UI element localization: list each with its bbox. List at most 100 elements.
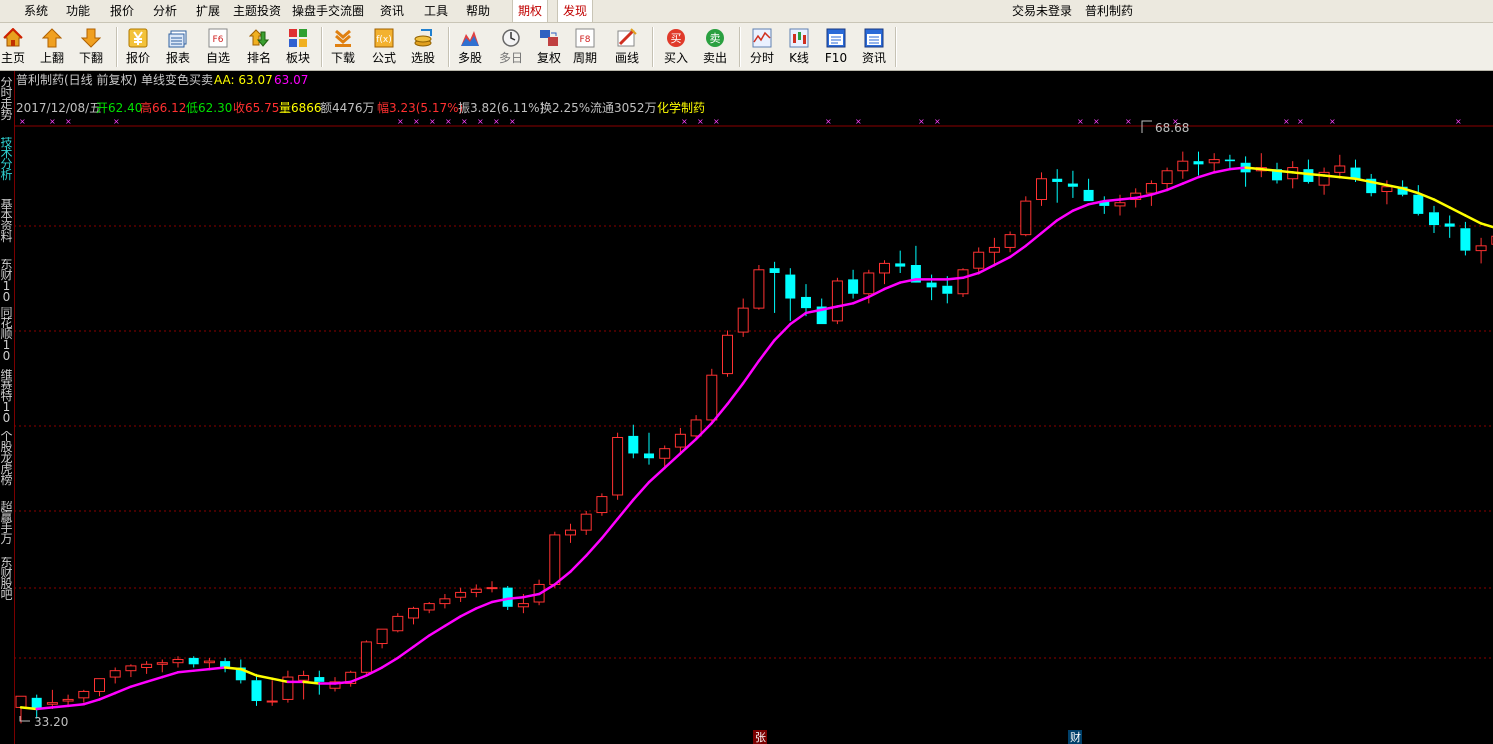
sell-icon: 卖 (706, 29, 724, 47)
toolbar-separator (895, 27, 897, 67)
menu-options[interactable]: 期权 (512, 0, 549, 22)
home-button[interactable]: 主页 (0, 25, 32, 69)
candle-body (1334, 165, 1346, 173)
bar-date: 2017/12/08/五 (16, 101, 101, 115)
page-down-button[interactable]: 下翻 (72, 25, 110, 69)
menu-analysis[interactable]: 分析 (153, 0, 177, 22)
candle-body (486, 587, 498, 590)
event-marker-x: × (65, 117, 72, 126)
event-marker-x: × (461, 117, 468, 126)
event-marker-x: × (697, 117, 704, 126)
event-marker-x: × (509, 117, 516, 126)
menu-discover[interactable]: 发现 (557, 0, 594, 22)
watchlist-button[interactable]: F6 自选 (199, 25, 237, 69)
event-marker-x: × (855, 117, 862, 126)
candle (848, 269, 859, 299)
news-button[interactable]: 资讯 (855, 25, 893, 69)
ma-segment (506, 595, 525, 601)
kline-chart[interactable]: 普利制药(日线 前复权) 单线变色买卖 AA: 63.07 63.07 2017… (0, 71, 1493, 744)
f10-button[interactable]: F10 (817, 25, 855, 69)
high-price-label: 68.68 (1155, 121, 1189, 135)
candle-body (1193, 161, 1204, 165)
download-button[interactable]: 下载 (324, 25, 362, 69)
ranking-button[interactable]: 排名 (240, 25, 278, 69)
candle-body (737, 307, 749, 333)
page-up-button[interactable]: 上翻 (33, 25, 71, 69)
report-button[interactable]: 报表 (159, 25, 197, 69)
candle-body (659, 448, 671, 459)
sector-button[interactable]: 板块 (279, 25, 317, 69)
candle (1067, 170, 1078, 198)
formula-button[interactable]: f(x) 公式 (365, 25, 403, 69)
candle-body (78, 690, 90, 699)
candle-body (690, 419, 702, 437)
menu-system[interactable]: 系统 (24, 0, 48, 22)
report-icon (168, 30, 187, 48)
ma-segment (946, 276, 965, 281)
candle-body (109, 670, 121, 678)
ma-segment (851, 295, 871, 305)
candle-body (674, 433, 686, 448)
low-price-label: 33.20 (34, 715, 68, 729)
current-stock-name: 普利制药 (1085, 4, 1134, 18)
candle-body (62, 698, 74, 702)
quote-button[interactable]: 报价 (119, 25, 157, 69)
menu-extend[interactable]: 扩展 (196, 0, 220, 22)
event-marker-x: × (1283, 117, 1290, 126)
candle (455, 587, 467, 603)
ma-segment (1432, 198, 1451, 209)
event-marker-x: × (1329, 117, 1336, 126)
ma-segment (255, 674, 274, 680)
candle-body (596, 496, 608, 514)
period-button[interactable]: F8 周期 (566, 25, 604, 69)
candle-body (1429, 212, 1439, 226)
bar-amplitude: 振3.82(6.11%) (458, 101, 544, 115)
sell-button[interactable]: 卖 卖出 (696, 25, 734, 69)
login-status[interactable]: 交易未登录 (1012, 0, 1072, 22)
menu-function[interactable]: 功能 (66, 0, 90, 22)
candle (470, 584, 482, 598)
aa-indicator: AA: 63.07 (214, 73, 273, 87)
candle (1083, 178, 1094, 202)
event-marker-x: × (825, 117, 832, 126)
candle (1272, 162, 1282, 184)
candle (1224, 154, 1235, 170)
candle-body (1114, 202, 1126, 207)
bar-high: 高66.12 (140, 100, 186, 115)
ma-segment (883, 281, 902, 291)
multi-stock-button[interactable]: 多股 (451, 25, 489, 69)
menu-news[interactable]: 资讯 (380, 0, 404, 22)
menu-tools[interactable]: 工具 (424, 0, 448, 22)
menu-trader-circle[interactable]: 操盘手交流圈 (292, 0, 364, 22)
candle-body (266, 700, 278, 703)
bottom-marker-zhang[interactable]: 张 (755, 731, 766, 744)
candle (612, 432, 624, 500)
candle-body (408, 607, 419, 619)
sector-label: 板块 (285, 51, 310, 65)
multi-day-button[interactable]: 多日 (492, 25, 530, 69)
candle (62, 694, 74, 706)
event-markers: × × × × × × × × × × × × × × × × × × × × × × × × × × × (19, 117, 1462, 126)
candle (722, 330, 733, 377)
candle-body (141, 663, 153, 668)
event-marker-x: × (1297, 117, 1304, 126)
candle (15, 695, 27, 724)
candle-body (455, 591, 467, 598)
bottom-marker-cai[interactable]: 财 (1070, 730, 1081, 744)
candle (769, 261, 780, 313)
stock-pick-button[interactable]: 选股 (404, 25, 442, 69)
menu-help[interactable]: 帮助 (466, 0, 490, 22)
candle (1255, 153, 1267, 178)
bar-open: 开62.40 (96, 101, 142, 115)
candle-body (942, 285, 953, 294)
menu-quote[interactable]: 报价 (110, 0, 134, 22)
ma-segment (1291, 171, 1310, 176)
draw-line-button[interactable]: 画线 (608, 25, 646, 69)
candle (1161, 167, 1173, 190)
ma-segment (632, 480, 651, 502)
event-marker-x: × (918, 117, 925, 126)
buy-button[interactable]: 买 买入 (657, 25, 695, 69)
multi-stock-label: 多股 (457, 51, 482, 65)
candle-body (1177, 160, 1189, 172)
menu-theme-invest[interactable]: 主题投资 (233, 0, 281, 22)
